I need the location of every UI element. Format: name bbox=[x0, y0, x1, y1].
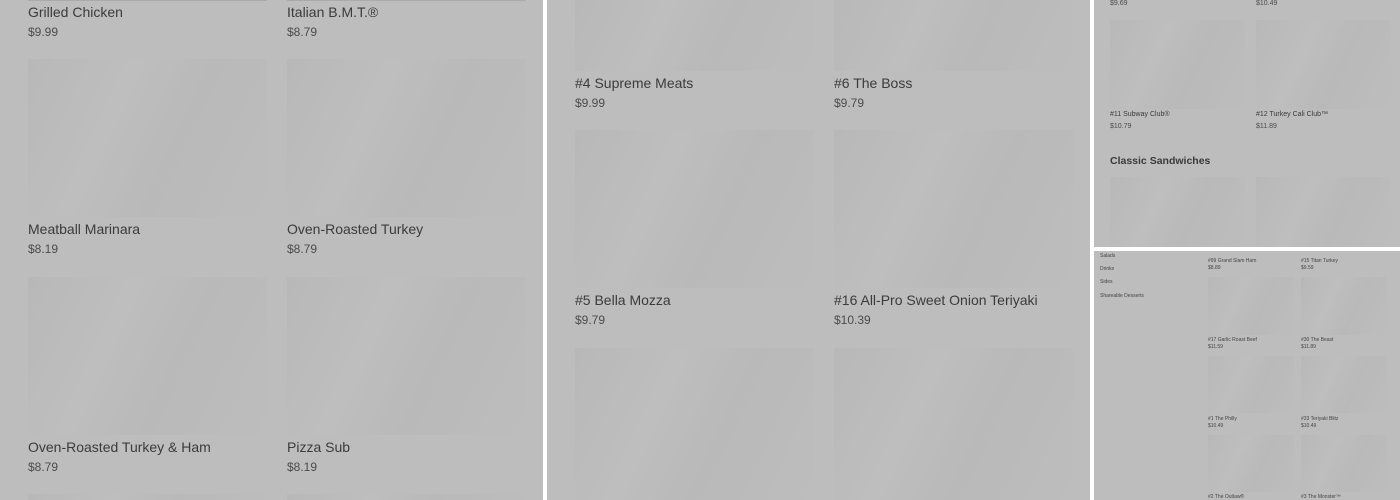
item-image[interactable] bbox=[1256, 20, 1391, 109]
item-name: #3 The Monster™ bbox=[1301, 494, 1341, 500]
item-name: Oven-Roasted Turkey & Ham bbox=[28, 439, 211, 455]
item-price: $8.19 bbox=[287, 460, 318, 474]
item-name: #33 Teriyaki Blitz bbox=[1301, 416, 1339, 422]
item-name: #5 Bella Mozza bbox=[575, 292, 671, 308]
item-name: Oven-Roasted Turkey bbox=[287, 221, 424, 237]
item-name: Italian B.M.T.® bbox=[287, 4, 379, 20]
item-image[interactable] bbox=[28, 277, 267, 435]
item-image[interactable] bbox=[834, 0, 1073, 71]
item-price: $9.79 bbox=[575, 313, 606, 327]
item-price: $10.49 bbox=[1301, 423, 1317, 429]
nav-item-shareable-desserts[interactable]: Shareable Desserts bbox=[1100, 293, 1144, 299]
item-image[interactable] bbox=[28, 59, 267, 217]
nav-item-salads[interactable]: Salads bbox=[1100, 253, 1115, 259]
item-name: #99 Grand Slam Ham bbox=[1208, 258, 1257, 264]
item-name: #4 Supreme Meats bbox=[575, 75, 694, 91]
nav-item-drinks[interactable]: Drinks bbox=[1100, 266, 1114, 272]
item-image[interactable] bbox=[1208, 277, 1294, 335]
item-price: $9.99 bbox=[28, 25, 59, 39]
menu-panel-signature: #4 Supreme Meats $9.99 #6 The Boss $9.79… bbox=[547, 0, 1090, 500]
item-image[interactable] bbox=[834, 130, 1073, 288]
item-image[interactable] bbox=[1110, 177, 1245, 247]
item-name: Meatball Marinara bbox=[28, 221, 141, 237]
item-price: $9.79 bbox=[834, 96, 865, 110]
item-name: #30 The Beast bbox=[1301, 337, 1334, 343]
item-image[interactable] bbox=[834, 348, 1073, 500]
item-image[interactable] bbox=[575, 0, 814, 71]
tile-edge bbox=[287, 0, 526, 1]
item-price: $8.19 bbox=[28, 242, 59, 256]
item-price: $10.49 bbox=[1256, 0, 1278, 7]
item-image[interactable] bbox=[28, 494, 267, 500]
item-image[interactable] bbox=[1110, 20, 1245, 109]
item-name: Grilled Chicken bbox=[28, 4, 123, 20]
item-image[interactable] bbox=[287, 494, 526, 500]
item-image[interactable] bbox=[1301, 356, 1387, 413]
item-price: $9.59 bbox=[1301, 265, 1314, 271]
item-price: $10.79 bbox=[1110, 123, 1132, 130]
item-price: $11.89 bbox=[1301, 344, 1316, 350]
item-name: #2 The Outlaw® bbox=[1208, 494, 1245, 500]
item-name: #17 Garlic Roast Beef bbox=[1208, 337, 1257, 343]
section-heading: Classic Sandwiches bbox=[1110, 155, 1211, 167]
item-price: $10.39 bbox=[834, 313, 871, 327]
item-image[interactable] bbox=[1256, 177, 1391, 247]
item-image[interactable] bbox=[287, 277, 526, 435]
item-image[interactable] bbox=[1208, 435, 1294, 492]
item-name: #16 All-Pro Sweet Onion Teriyaki bbox=[834, 292, 1038, 308]
item-name: #1 The Philly bbox=[1208, 416, 1237, 422]
item-price: $10.49 bbox=[1208, 423, 1224, 429]
nav-item-sides[interactable]: Sides bbox=[1100, 279, 1113, 285]
item-name: #15 Titan Turkey bbox=[1301, 258, 1338, 264]
tile-edge bbox=[28, 0, 267, 1]
item-price: $8.79 bbox=[287, 242, 318, 256]
item-price: $9.69 bbox=[1110, 0, 1128, 7]
item-name: #12 Turkey Cali Club™ bbox=[1256, 111, 1328, 118]
item-price: $8.89 bbox=[1208, 265, 1221, 271]
item-name: Pizza Sub bbox=[287, 439, 351, 455]
item-image[interactable] bbox=[1301, 435, 1387, 492]
item-price: $8.79 bbox=[287, 25, 318, 39]
item-price: $11.59 bbox=[1208, 344, 1223, 350]
item-name: #6 The Boss bbox=[834, 75, 913, 91]
item-image[interactable] bbox=[287, 59, 526, 217]
menu-panel-clubs: $9.69 $10.49 #11 Subway Club® $10.79 #12… bbox=[1094, 0, 1400, 247]
item-image[interactable] bbox=[1301, 277, 1387, 335]
menu-panel-classic: Grilled Chicken $9.99 Italian B.M.T.® $8… bbox=[0, 0, 543, 500]
menu-panel-sidebar-view: Salads Drinks Sides Shareable Desserts #… bbox=[1094, 251, 1400, 500]
item-image[interactable] bbox=[575, 130, 814, 288]
item-image[interactable] bbox=[575, 348, 814, 500]
item-price: $9.99 bbox=[575, 96, 606, 110]
item-image[interactable] bbox=[1208, 356, 1294, 413]
item-price: $8.79 bbox=[28, 460, 59, 474]
item-price: $11.89 bbox=[1256, 123, 1277, 130]
item-name: #11 Subway Club® bbox=[1110, 111, 1170, 118]
